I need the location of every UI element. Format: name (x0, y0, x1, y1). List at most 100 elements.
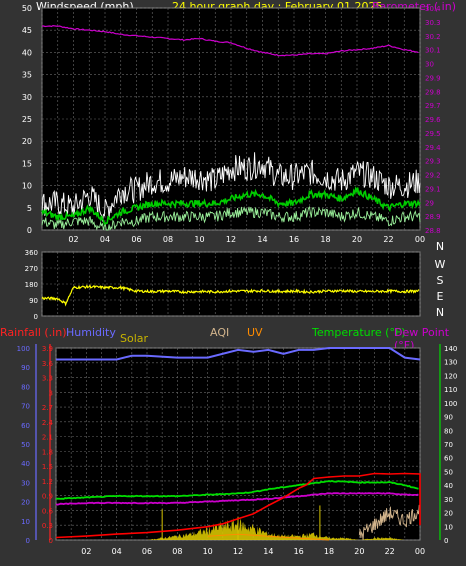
humidity-axis-tick: 40 (21, 460, 30, 468)
temperature-axis-tick: 60 (444, 455, 453, 463)
wind-x-tick: 08 (163, 235, 173, 244)
wind-x-tick: 04 (100, 235, 110, 244)
rain-axis-tick: 3.6 (42, 360, 54, 368)
wind-x-tick: 14 (257, 235, 267, 244)
barometer-axis-tick: 30.1 (425, 47, 441, 55)
temperature-axis-tick: 70 (444, 441, 453, 449)
rain-axis-tick: 1.2 (42, 478, 53, 486)
barometer-axis-tick: 30.4 (425, 5, 441, 13)
barometer-axis-tick: 30.3 (425, 19, 441, 27)
rain-axis-tick: 0 (49, 537, 53, 545)
wind-axis-tick: 20 (22, 137, 32, 146)
humidity-axis-tick: 80 (21, 383, 30, 391)
wind-x-tick: 16 (289, 235, 299, 244)
humidity-axis-tick: 60 (21, 422, 30, 430)
barometer-axis-tick: 29.7 (425, 102, 441, 110)
rain-x-tick: 14 (263, 547, 273, 556)
barometer-axis-tick: 29.4 (425, 144, 441, 152)
temperature-axis-tick: 0 (444, 537, 448, 545)
barometer-axis-tick: 29.1 (425, 185, 441, 193)
wind-x-tick: 06 (131, 235, 141, 244)
compass-letter: W (435, 258, 446, 271)
direction-axis-tick: 180 (25, 281, 38, 289)
compass-letter: N (436, 240, 444, 253)
direction-axis-tick: 270 (25, 265, 38, 273)
wind-x-tick: 20 (352, 235, 362, 244)
wind-axis-tick: 45 (22, 26, 32, 35)
compass-letter: S (437, 274, 444, 287)
barometer-axis-tick: 29.2 (425, 172, 441, 180)
barometer-axis-tick: 28.8 (425, 227, 441, 235)
barometer-axis-tick: 28.9 (425, 213, 441, 221)
barometer-axis-tick: 29.8 (425, 88, 441, 96)
humidity-axis-tick: 50 (21, 441, 30, 449)
rain-axis-tick: 2.4 (42, 419, 54, 427)
rain-x-tick: 20 (354, 547, 364, 556)
barometer-axis-tick: 29.3 (425, 158, 441, 166)
temperature-axis-tick: 40 (444, 482, 453, 490)
weather-graph-page: Windspeed (mph) 24 hour graph day : Febr… (0, 0, 466, 566)
temperature-axis-tick: 140 (444, 345, 457, 353)
temperature-axis-tick: 30 (444, 496, 453, 504)
temperature-axis-tick: 120 (444, 372, 457, 380)
wind-axis-tick: 25 (22, 115, 32, 124)
rain-x-tick: 08 (172, 547, 182, 556)
rain-x-tick: 22 (385, 547, 395, 556)
barometer-axis-tick: 29 (425, 199, 434, 207)
wind-axis-tick: 15 (22, 159, 32, 168)
direction-axis-tick: 0 (34, 313, 38, 321)
wind-axis-tick: 35 (22, 71, 32, 80)
humidity-axis-tick: 0 (26, 537, 30, 545)
temperature-axis-tick: 130 (444, 359, 457, 367)
rain-x-tick: 12 (233, 547, 243, 556)
wind-x-tick: 12 (226, 235, 236, 244)
humidity-axis-tick: 30 (21, 479, 30, 487)
humidity-axis-tick: 10 (21, 518, 30, 526)
wind-x-tick: 22 (383, 235, 393, 244)
rain-x-tick: 02 (81, 547, 91, 556)
humidity-axis-tick: 20 (21, 499, 30, 507)
rain-x-tick: 18 (324, 547, 334, 556)
humidity-axis-tick: 90 (21, 364, 30, 372)
wind-axis-tick: 30 (22, 93, 32, 102)
rain-axis-tick: 0.3 (42, 522, 53, 530)
temperature-axis-tick: 90 (444, 414, 453, 422)
wind-axis-tick: 40 (22, 48, 32, 57)
rain-x-tick: 16 (294, 547, 304, 556)
barometer-axis-tick: 29.9 (425, 74, 441, 82)
rain-axis-tick: 2.7 (42, 404, 53, 412)
temperature-axis-tick: 50 (444, 468, 453, 476)
barometer-axis-tick: 30 (425, 61, 434, 69)
rain-x-tick: 06 (142, 547, 152, 556)
rain-axis-tick: 1.5 (42, 463, 53, 471)
rain-axis-tick: 0.9 (42, 493, 53, 501)
rain-axis-tick: 3.3 (42, 375, 53, 383)
humidity-axis-tick: 70 (21, 403, 30, 411)
wind-axis-tick: 5 (27, 204, 32, 213)
temperature-axis-tick: 100 (444, 400, 457, 408)
wind-x-tick: 02 (68, 235, 78, 244)
rain-axis-tick: 0.6 (42, 507, 54, 515)
wind-axis-tick: 10 (22, 182, 32, 191)
rain-x-tick: 04 (112, 547, 122, 556)
wind-x-tick: 10 (194, 235, 204, 244)
wind-x-tick: 00 (415, 235, 425, 244)
wind-axis-tick: 0 (27, 226, 32, 235)
rain-axis-tick: 3.9 (42, 345, 53, 353)
rain-axis-tick: 3 (49, 389, 53, 397)
charts-canvas: 0510152025303540455028.828.92929.129.229… (17, 4, 458, 556)
compass-letter: N (436, 306, 444, 319)
barometer-axis-tick: 29.5 (425, 130, 441, 138)
rain-x-tick: 00 (415, 547, 425, 556)
rain-axis-tick: 1.8 (42, 448, 53, 456)
direction-axis-tick: 360 (25, 249, 38, 257)
rain-axis-tick: 2.1 (42, 434, 53, 442)
direction-axis-tick: 90 (29, 297, 38, 305)
barometer-axis-tick: 29.6 (425, 116, 441, 124)
barometer-axis-tick: 30.2 (425, 33, 441, 41)
humidity-axis-tick: 100 (17, 345, 30, 353)
rain-x-tick: 10 (203, 547, 213, 556)
temperature-axis-tick: 20 (444, 510, 453, 518)
wind-x-tick: 18 (320, 235, 330, 244)
wind-axis-tick: 50 (22, 4, 32, 13)
